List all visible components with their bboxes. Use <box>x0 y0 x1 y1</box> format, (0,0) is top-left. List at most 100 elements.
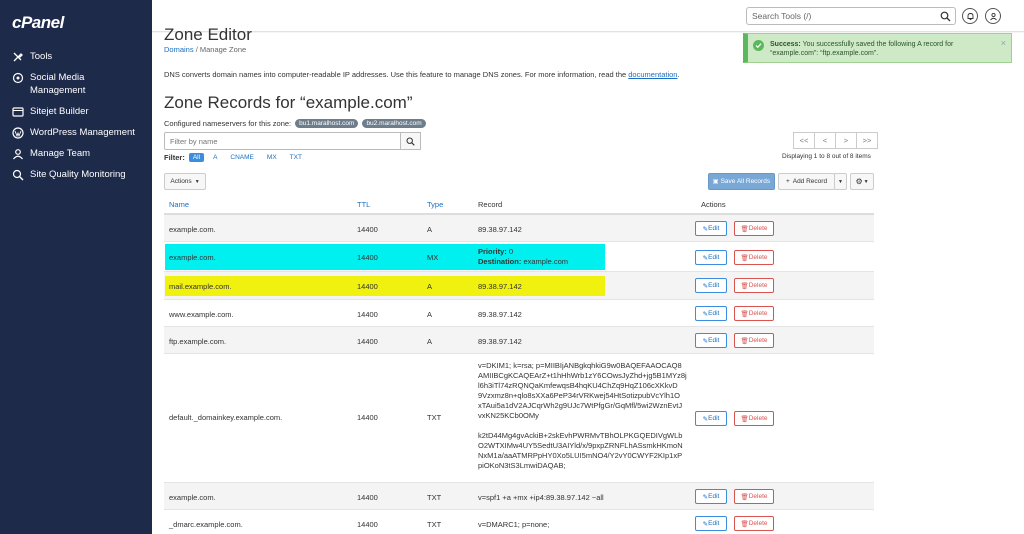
record-type: A <box>427 225 433 234</box>
table-row: ftp.example.com. 14400 A 89.38.97.142 ✎ E… <box>164 327 874 354</box>
sidebar-item-wordpress-management[interactable]: WordPress Management <box>0 126 152 139</box>
edit-label: Edit <box>708 254 720 261</box>
documentation-link[interactable]: documentation <box>628 70 677 79</box>
column-type[interactable]: Type <box>427 200 443 209</box>
tools-icon <box>12 51 24 63</box>
record-line: piOKoN3tS3LmwiDAQAB; <box>478 461 566 470</box>
filter-txt[interactable]: TXT <box>286 153 306 162</box>
tool-search <box>746 7 956 25</box>
delete-button[interactable]: 🗑 Delete <box>734 489 774 504</box>
user-menu-button[interactable] <box>985 8 1001 24</box>
user-icon <box>989 12 997 20</box>
record-value: 89.38.97.142 <box>478 337 522 346</box>
column-actions: Actions <box>701 200 726 209</box>
sidebar-item-sitejet-builder[interactable]: Sitejet Builder <box>0 105 152 118</box>
record-value: 89.38.97.142 <box>478 225 522 234</box>
delete-button[interactable]: 🗑 Delete <box>734 411 774 426</box>
add-record-button[interactable]: + Add Record <box>778 173 835 190</box>
edit-button[interactable]: ✎ Edit <box>695 411 727 426</box>
record-value: Priority: 0 Destination: example.com <box>478 247 568 267</box>
prev-page-button[interactable]: < <box>814 132 836 149</box>
edit-button[interactable]: ✎ Edit <box>695 250 727 265</box>
delete-button[interactable]: 🗑 Delete <box>734 221 774 236</box>
filter-name-input[interactable] <box>165 133 395 149</box>
edit-label: Edit <box>708 225 720 232</box>
wordpress-icon <box>12 127 24 139</box>
monitor-icon <box>12 169 24 181</box>
toast-title: Success: <box>770 41 801 48</box>
sidebar-item-tools[interactable]: Tools <box>0 50 152 63</box>
sitejet-icon <box>12 106 24 118</box>
column-ttl[interactable]: TTL <box>357 200 370 209</box>
record-type: TXT <box>427 413 442 422</box>
record-type: MX <box>427 253 439 262</box>
first-page-button[interactable]: << <box>793 132 815 149</box>
add-record-dropdown[interactable]: ▼ <box>834 173 847 190</box>
zone-records-title: Zone Records for “example.com” <box>164 93 413 112</box>
search-icon[interactable] <box>940 11 951 22</box>
record-ttl: 14400 <box>357 493 378 502</box>
edit-button[interactable]: ✎ Edit <box>695 516 727 531</box>
edit-button[interactable]: ✎ Edit <box>695 333 727 348</box>
intro-end: . <box>677 70 680 79</box>
record-name: default._domainkey.example.com. <box>169 413 283 422</box>
record-line: AMIIBCgKCAQEArZ+t1hHhWrb1zY6COwsJyZhd+jg… <box>478 371 687 380</box>
filter-search-button[interactable] <box>400 132 421 150</box>
record-name: example.com. <box>169 493 216 502</box>
plus-icon: + <box>785 178 790 185</box>
add-record-label: Add Record <box>792 178 828 185</box>
next-page-button[interactable]: > <box>835 132 857 149</box>
success-toast: Success: You successfully saved the foll… <box>743 33 1012 63</box>
record-value: v=DKIM1; k=rsa; p=MIIBIjANBgkqhkiG9w0BAQ… <box>478 361 687 471</box>
record-value: 89.38.97.142 <box>478 282 522 291</box>
filter-cname[interactable]: CNAME <box>226 153 257 162</box>
trash-icon: 🗑 <box>740 225 749 233</box>
sidebar-item-social-media-management[interactable]: Social Media Management <box>0 71 152 97</box>
save-icon: ▣ <box>712 179 719 185</box>
main-content: Zone Editor Domains / Manage Zone DNS co… <box>152 25 1024 534</box>
delete-button[interactable]: 🗑 Delete <box>734 278 774 293</box>
sidebar-nav: Tools Social Media Management Sitejet Bu… <box>0 50 152 189</box>
close-icon[interactable]: × <box>1001 38 1006 48</box>
sidebar-item-label: Social Media Management <box>30 72 86 96</box>
check-circle-icon <box>753 40 764 51</box>
sidebar-item-label: WordPress Management <box>30 127 135 138</box>
notifications-button[interactable] <box>962 8 978 24</box>
delete-label: Delete <box>748 310 768 317</box>
settings-dropdown[interactable]: ⚙ ▼ <box>850 173 874 190</box>
delete-label: Delete <box>748 337 768 344</box>
record-type: TXT <box>427 520 442 529</box>
record-line: v=DKIM1; k=rsa; p=MIIBIjANBgkqhkiG9w0BAQ… <box>478 361 682 370</box>
toast-message: Success: You successfully saved the foll… <box>770 40 995 58</box>
delete-button[interactable]: 🗑 Delete <box>734 516 774 531</box>
destination-value: example.com <box>523 257 569 266</box>
cpanel-logo[interactable]: cPanel <box>12 13 64 33</box>
edit-button[interactable]: ✎ Edit <box>695 306 727 321</box>
record-line: 9Vzxmz8n+qlo8sXXa6PeP34rVRKwej54HtSotizp… <box>478 391 680 400</box>
edit-button[interactable]: ✎ Edit <box>695 489 727 504</box>
sidebar-item-manage-team[interactable]: Manage Team <box>0 147 152 160</box>
edit-label: Edit <box>708 310 720 317</box>
actions-dropdown[interactable]: Actions ▼ <box>164 173 206 190</box>
table-row: example.com. 14400 TXT v=spf1 +a +mx +ip… <box>164 483 874 510</box>
record-line: k2tD44Mg4gvAckiB+2skEvhPWRMvTBhOLPKGQEDI… <box>478 431 683 440</box>
filter-all[interactable]: All <box>188 153 205 162</box>
record-value: 89.38.97.142 <box>478 310 522 319</box>
breadcrumb-separator: / <box>195 45 198 54</box>
delete-button[interactable]: 🗑 Delete <box>734 306 774 321</box>
delete-button[interactable]: 🗑 Delete <box>734 250 774 265</box>
filter-mx[interactable]: MX <box>263 153 281 162</box>
sidebar-item-site-quality-monitoring[interactable]: Site Quality Monitoring <box>0 168 152 181</box>
save-all-records-button[interactable]: ▣ Save All Records <box>708 173 775 190</box>
edit-button[interactable]: ✎ Edit <box>695 278 727 293</box>
filter-a[interactable]: A <box>209 153 221 162</box>
edit-button[interactable]: ✎ Edit <box>695 221 727 236</box>
filter-box <box>164 132 400 150</box>
zone-records-table: Name TTL Type Record Actions example.com… <box>164 195 874 534</box>
breadcrumb-domains-link[interactable]: Domains <box>164 45 194 54</box>
last-page-button[interactable]: >> <box>856 132 878 149</box>
delete-button[interactable]: 🗑 Delete <box>734 333 774 348</box>
column-name[interactable]: Name <box>169 200 189 209</box>
table-row: mail.example.com. 14400 A 89.38.97.142 ✎… <box>164 272 874 300</box>
tool-search-input[interactable] <box>747 8 932 24</box>
